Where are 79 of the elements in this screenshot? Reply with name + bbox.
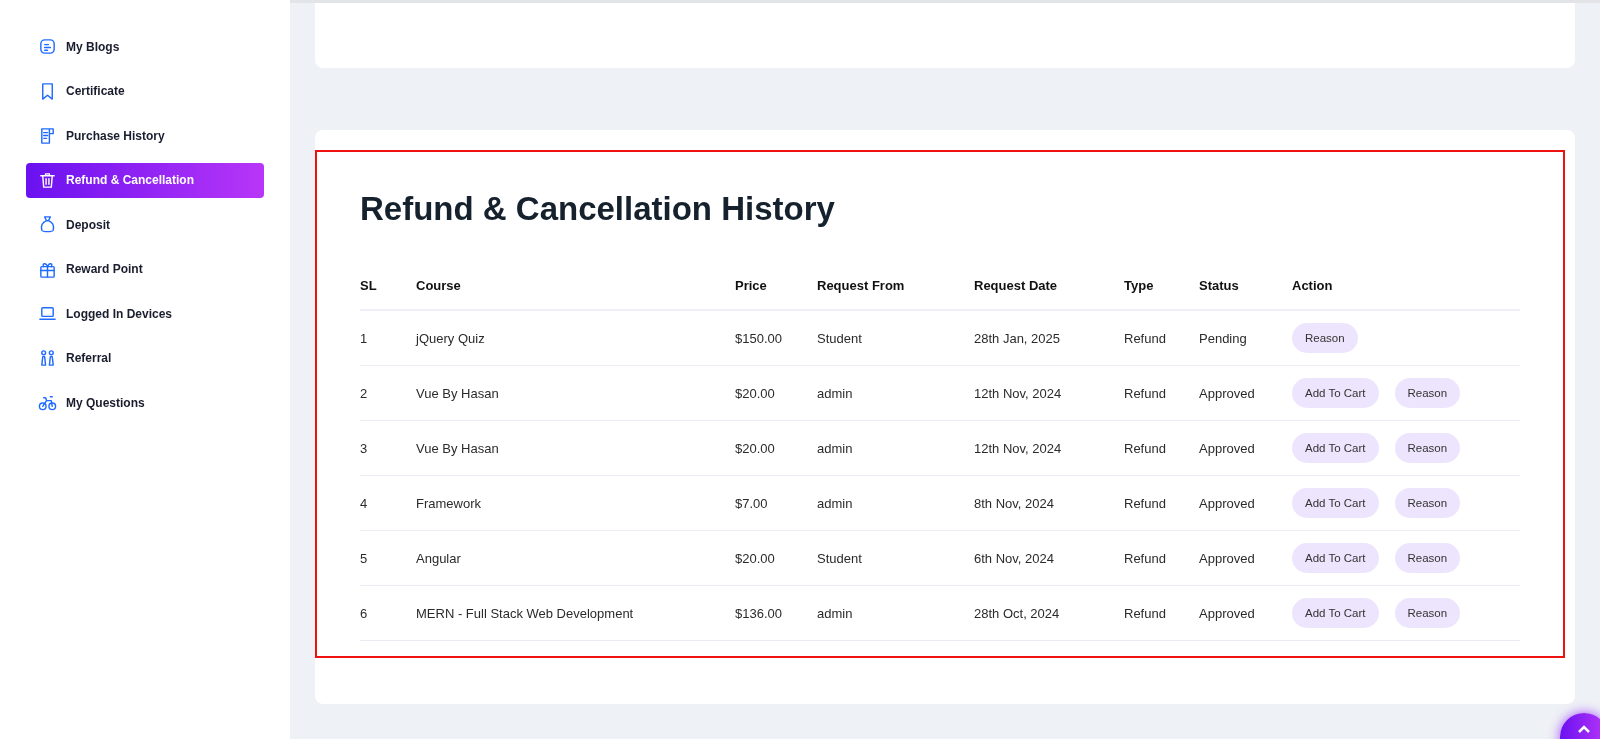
table-cell: $150.00 [735, 310, 817, 366]
table-cell: 2 [360, 365, 416, 421]
column-header: Request From [817, 278, 974, 310]
table-cell: 3 [360, 420, 416, 476]
table-cell: Refund [1124, 365, 1199, 421]
table-cell: 8th Nov, 2024 [974, 475, 1124, 531]
table-cell: admin [817, 365, 974, 421]
document-icon [38, 37, 57, 56]
sidebar-item[interactable]: Certificate [26, 73, 264, 109]
sidebar-item[interactable]: Referral [26, 340, 264, 376]
table-cell: $20.00 [735, 420, 817, 476]
sidebar-item[interactable]: Logged In Devices [26, 296, 264, 331]
column-header: SL [360, 278, 416, 310]
table-cell: $136.00 [735, 585, 817, 641]
table-cell: Refund [1124, 420, 1199, 476]
action-button[interactable]: Add To Cart [1292, 598, 1379, 628]
receipt-icon [38, 126, 57, 145]
table-cell: Refund [1124, 310, 1199, 366]
table-cell: Approved [1199, 530, 1292, 586]
table-cell: Vue By Hasan [416, 420, 735, 476]
table-cell: 28th Oct, 2024 [974, 585, 1124, 641]
table-cell: Vue By Hasan [416, 365, 735, 421]
chevron-up-icon [1578, 725, 1590, 733]
table-cell: 1 [360, 310, 416, 366]
action-button[interactable]: Reason [1394, 488, 1461, 518]
action-button[interactable]: Reason [1394, 598, 1461, 628]
action-button[interactable]: Reason [1394, 433, 1461, 463]
laptop-icon [38, 304, 57, 323]
table-cell: Framework [416, 475, 735, 531]
column-header: Type [1124, 278, 1199, 310]
table-cell: Pending [1199, 310, 1292, 366]
table-cell: Refund [1124, 475, 1199, 531]
table-cell: Approved [1199, 365, 1292, 421]
table-cell: Approved [1199, 585, 1292, 641]
people-icon [38, 348, 57, 368]
table-cell: Approved [1199, 420, 1292, 476]
action-button[interactable]: Add To Cart [1292, 488, 1379, 518]
table-cell: 12th Nov, 2024 [974, 420, 1124, 476]
table-cell: 6th Nov, 2024 [974, 530, 1124, 586]
sidebar-item[interactable]: Refund & Cancellation [26, 162, 264, 198]
table-cell: MERN - Full Stack Web Development [416, 585, 735, 641]
action-button[interactable]: Add To Cart [1292, 378, 1379, 408]
action-button[interactable]: Reason [1292, 323, 1358, 353]
action-button[interactable]: Reason [1394, 543, 1461, 573]
table-cell: jQuery Quiz [416, 310, 735, 366]
trash-icon [38, 170, 57, 190]
column-header: Request Date [974, 278, 1124, 310]
sidebar-item[interactable]: My Blogs [26, 29, 264, 64]
table-cell: Angular [416, 530, 735, 586]
table-cell: $20.00 [735, 365, 817, 421]
column-header: Status [1199, 278, 1292, 310]
table-cell: 4 [360, 475, 416, 531]
action-button[interactable]: Add To Cart [1292, 543, 1379, 573]
table-cell: admin [817, 475, 974, 531]
table-cell: admin [817, 420, 974, 476]
column-header: Course [416, 278, 735, 310]
table-cell: 5 [360, 530, 416, 586]
table-cell: 12th Nov, 2024 [974, 365, 1124, 421]
page-title: Refund & Cancellation History [360, 190, 836, 228]
table-cell: Approved [1199, 475, 1292, 531]
table-cell: $20.00 [735, 530, 817, 586]
table-cell: 6 [360, 585, 416, 641]
table-cell: Refund [1124, 530, 1199, 586]
table-cell: admin [817, 585, 974, 641]
sidebar-item[interactable]: Reward Point [26, 251, 264, 287]
bicycle-icon [38, 393, 57, 412]
table-cell: Student [817, 530, 974, 586]
sidebar-item[interactable]: Deposit [26, 207, 264, 242]
column-header: Price [735, 278, 817, 310]
action-button[interactable]: Reason [1394, 378, 1461, 408]
money-bag-icon [38, 215, 57, 234]
column-header: Action [1292, 278, 1520, 310]
table-cell: Student [817, 310, 974, 366]
table-cell: $7.00 [735, 475, 817, 531]
table-cell: Refund [1124, 585, 1199, 641]
table-cell: 28th Jan, 2025 [974, 310, 1124, 366]
sidebar-item[interactable]: My Questions [26, 385, 264, 420]
sidebar-item[interactable]: Purchase History [26, 118, 264, 153]
action-button[interactable]: Add To Cart [1292, 433, 1379, 463]
